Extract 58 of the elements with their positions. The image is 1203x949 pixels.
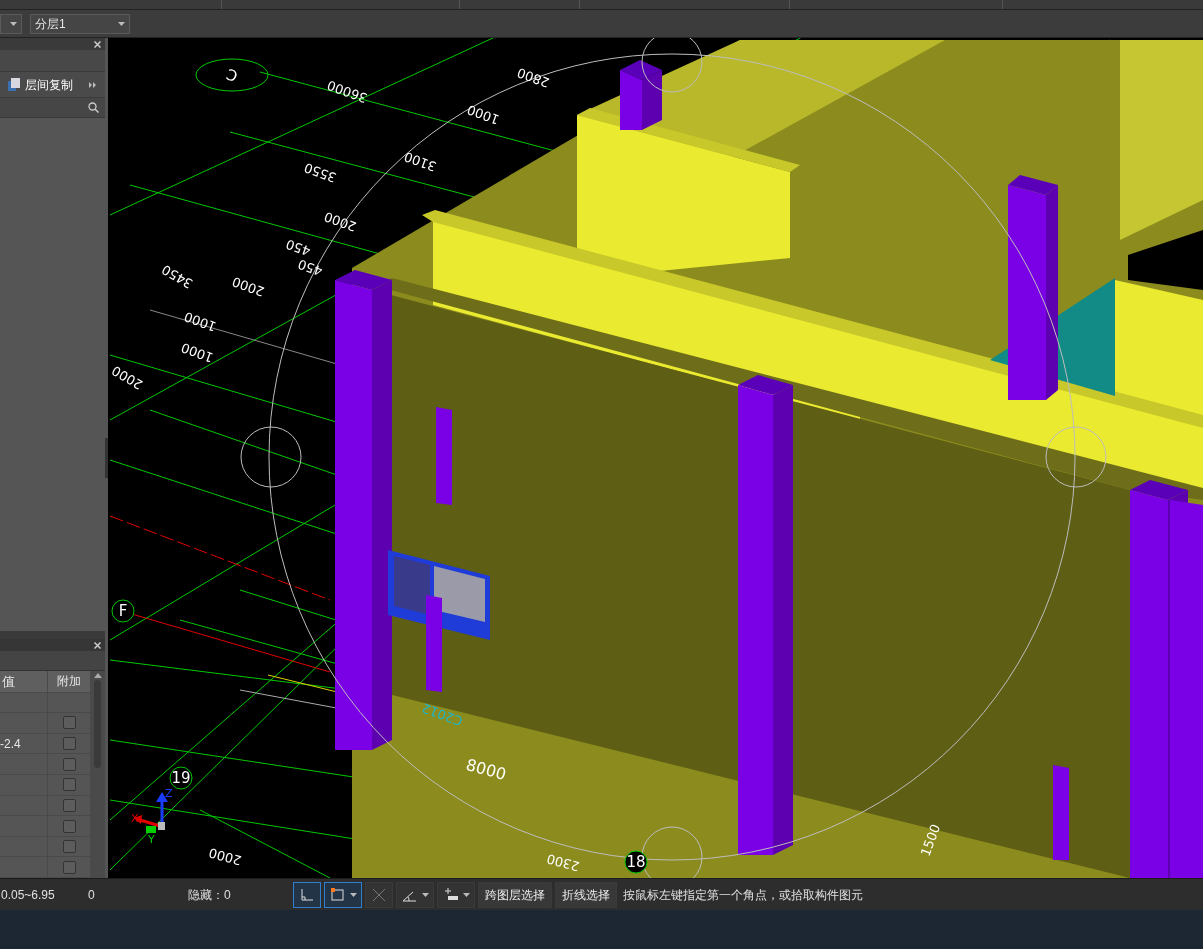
- dimension-label: 2800: [515, 64, 552, 91]
- dimension-label: 3100: [402, 148, 439, 175]
- dimension-label: 3550: [302, 159, 339, 186]
- checkbox[interactable]: [62, 860, 76, 874]
- caret-icon: [463, 892, 470, 897]
- caret-icon: [118, 21, 125, 26]
- checkbox[interactable]: [62, 840, 76, 854]
- dimension-label: 8000: [464, 755, 509, 784]
- hidden-count: 隐藏：0: [188, 886, 232, 904]
- axis-bubble: C: [195, 58, 269, 92]
- selection-mode-button[interactable]: 折线选择: [555, 881, 617, 908]
- selection-count: 0: [88, 886, 96, 904]
- dimension-label: 1000: [182, 308, 219, 335]
- close-icon[interactable]: [94, 40, 101, 48]
- search-field[interactable]: [0, 98, 105, 118]
- angle-button[interactable]: [396, 881, 434, 908]
- column-header: 值: [0, 671, 48, 692]
- dimension-label: 2300: [545, 851, 582, 875]
- floor-dropdown[interactable]: [0, 13, 22, 34]
- cross-button[interactable]: [365, 881, 393, 908]
- checkbox[interactable]: [62, 819, 76, 833]
- selection-box-button[interactable]: [324, 881, 362, 908]
- caret-icon: [10, 21, 17, 26]
- checkbox[interactable]: [62, 798, 76, 812]
- search-icon[interactable]: [88, 102, 99, 113]
- checkbox[interactable]: [62, 778, 76, 792]
- insert-button[interactable]: [437, 881, 475, 908]
- axis-bubble: 19: [169, 766, 193, 790]
- column-header: 附加: [56, 673, 82, 691]
- command-prompt: 按鼠标左键指定第一个角点，或拾取构件图元: [623, 886, 863, 904]
- close-icon[interactable]: [94, 641, 101, 649]
- dimension-label: 2000: [207, 845, 244, 869]
- copy-floors-button[interactable]: 层间复制: [8, 75, 73, 94]
- table-cell-text: -2.4: [0, 735, 21, 753]
- selection-mode-button[interactable]: 跨图层选择: [478, 881, 552, 908]
- dimension-label: 1000: [465, 101, 502, 128]
- dimension-label: 1000: [179, 339, 216, 366]
- caret-icon: [422, 892, 429, 897]
- dimension-label: 1500: [917, 822, 944, 859]
- checkbox[interactable]: [62, 716, 76, 730]
- dimension-label: 450: [283, 236, 313, 259]
- copy-icon: [8, 78, 21, 91]
- caret-icon: [350, 892, 357, 897]
- ortho-button[interactable]: [293, 881, 321, 908]
- elevation-range: 0.05~6.95: [0, 886, 56, 904]
- selection-box-icon: [329, 885, 347, 904]
- expand-icon[interactable]: [89, 81, 97, 88]
- checkbox[interactable]: [62, 737, 76, 751]
- axis-bubble: F: [111, 599, 135, 623]
- scroll-up-icon[interactable]: [93, 673, 102, 678]
- dimension-label: 2000: [230, 273, 267, 300]
- window-tag-label: C2012: [419, 700, 465, 729]
- axis-bubble: 18: [624, 850, 648, 874]
- dimension-label: 450: [295, 256, 325, 279]
- dimension-label: 36000: [325, 77, 370, 106]
- checkbox[interactable]: [62, 757, 76, 771]
- layer-dropdown[interactable]: 分层1: [30, 13, 130, 34]
- dimension-label: 2000: [322, 208, 359, 235]
